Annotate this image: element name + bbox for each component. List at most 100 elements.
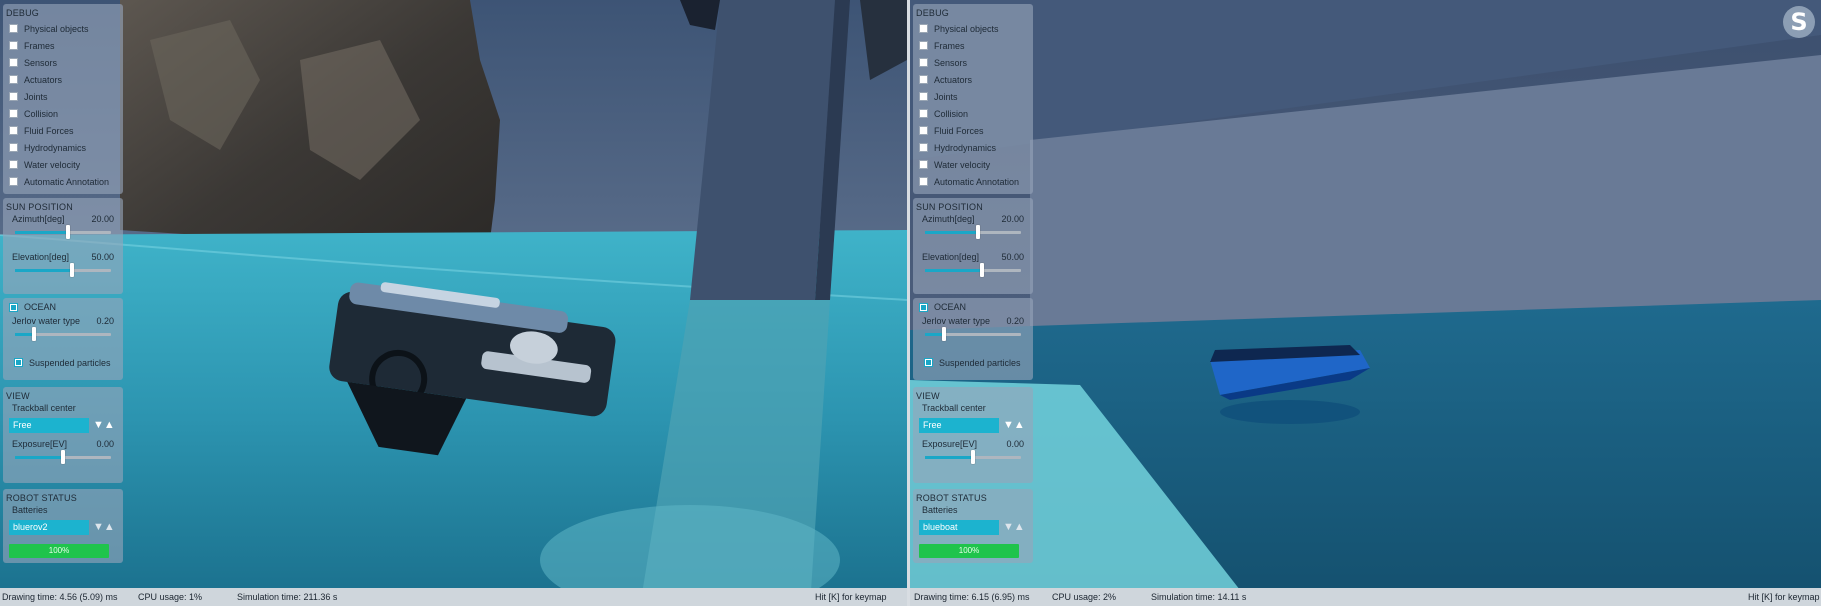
debug-option-row[interactable]: Automatic Annotation xyxy=(3,173,123,190)
debug-checkbox[interactable] xyxy=(9,177,18,186)
debug-option-row[interactable]: Water velocity xyxy=(3,156,123,173)
debug-option-label: Joints xyxy=(24,91,48,102)
debug-option-row[interactable]: Collision xyxy=(3,105,123,122)
debug-option-row[interactable]: Actuators xyxy=(3,71,123,88)
trackball-dropdown[interactable]: Free xyxy=(9,418,89,433)
arrow-up-icon[interactable]: ▲ xyxy=(104,521,115,533)
exposure-slider[interactable] xyxy=(925,450,1021,464)
particles-row[interactable]: Suspended particles xyxy=(3,354,123,371)
debug-checkbox[interactable] xyxy=(919,143,928,152)
elevation-slider[interactable] xyxy=(15,263,111,277)
debug-checkbox[interactable] xyxy=(9,24,18,33)
azimuth-slider[interactable] xyxy=(15,225,111,239)
robot-dropdown[interactable]: blueboat xyxy=(919,520,999,535)
right-viewport[interactable]: S DEBUG Physical objects Frames Sensors Act… xyxy=(910,0,1821,606)
debug-option-row[interactable]: Water velocity xyxy=(913,156,1033,173)
exposure-value: 0.00 xyxy=(1006,439,1024,449)
exposure-slider[interactable] xyxy=(15,450,111,464)
slider-knob[interactable] xyxy=(979,263,984,277)
slider-knob[interactable] xyxy=(975,225,980,239)
robot-dropdown[interactable]: bluerov2 xyxy=(9,520,89,535)
ocean-panel: OCEAN Jerlov water type 0.20 Suspended p… xyxy=(3,298,123,380)
debug-option-row[interactable]: Physical objects xyxy=(913,20,1033,37)
debug-checkbox[interactable] xyxy=(919,24,928,33)
particles-row[interactable]: Suspended particles xyxy=(913,354,1033,371)
debug-checkbox[interactable] xyxy=(9,160,18,169)
debug-checkbox[interactable] xyxy=(919,41,928,50)
ocean-checkbox[interactable] xyxy=(919,302,928,312)
arrow-up-icon[interactable]: ▲ xyxy=(1014,419,1025,431)
debug-option-row[interactable]: Joints xyxy=(913,88,1033,105)
jerlov-slider[interactable] xyxy=(925,327,1021,341)
left-viewport[interactable]: DEBUG Physical objects Frames Sensors Actua… xyxy=(0,0,907,606)
debug-checkbox[interactable] xyxy=(9,75,18,84)
debug-option-row[interactable]: Collision xyxy=(913,105,1033,122)
debug-option-row[interactable]: Fluid Forces xyxy=(3,122,123,139)
arrow-up-icon[interactable]: ▲ xyxy=(104,419,115,431)
arrow-down-icon[interactable]: ▼ xyxy=(1003,521,1014,533)
debug-option-label: Collision xyxy=(934,108,969,119)
debug-option-label: Hydrodynamics xyxy=(934,142,997,153)
particles-checkbox[interactable] xyxy=(14,358,23,367)
debug-checkbox[interactable] xyxy=(919,160,928,169)
debug-option-row[interactable]: Fluid Forces xyxy=(913,122,1033,139)
jerlov-slider[interactable] xyxy=(15,327,111,341)
debug-option-label: Frames xyxy=(934,40,965,51)
debug-option-row[interactable]: Physical objects xyxy=(3,20,123,37)
slider-knob[interactable] xyxy=(942,327,947,341)
debug-checkbox[interactable] xyxy=(919,58,928,67)
dropdown-arrows[interactable]: ▼▲ xyxy=(93,419,117,432)
azimuth-label: Azimuth[deg] xyxy=(12,214,65,224)
arrow-up-icon[interactable]: ▲ xyxy=(1014,521,1025,533)
exposure-slider-row: Exposure[EV] 0.00 xyxy=(913,439,1033,477)
trackball-dropdown[interactable]: Free xyxy=(919,418,999,433)
debug-checkbox[interactable] xyxy=(919,126,928,135)
slider-knob[interactable] xyxy=(32,327,37,341)
debug-option-row[interactable]: Sensors xyxy=(913,54,1033,71)
jerlov-label: Jerlov water type xyxy=(12,316,81,326)
slider-knob[interactable] xyxy=(971,450,975,464)
debug-option-row[interactable]: Joints xyxy=(3,88,123,105)
debug-checkbox[interactable] xyxy=(919,109,928,118)
debug-option-row[interactable]: Hydrodynamics xyxy=(3,139,123,156)
particles-label: Suspended particles xyxy=(939,357,1021,368)
arrow-down-icon[interactable]: ▼ xyxy=(93,521,104,533)
debug-option-row[interactable]: Automatic Annotation xyxy=(913,173,1033,190)
debug-checkbox[interactable] xyxy=(9,143,18,152)
slider-knob[interactable] xyxy=(69,263,74,277)
ocean-toggle-row[interactable]: OCEAN xyxy=(3,298,123,316)
app-logo-icon: S xyxy=(1783,6,1815,38)
debug-option-row[interactable]: Actuators xyxy=(913,71,1033,88)
battery-bar: 100% xyxy=(919,544,1019,558)
debug-checkbox[interactable] xyxy=(9,126,18,135)
arrow-down-icon[interactable]: ▼ xyxy=(93,419,104,431)
debug-checkbox[interactable] xyxy=(919,177,928,186)
debug-options: Physical objects Frames Sensors Actuators Jo… xyxy=(913,20,1033,190)
debug-option-row[interactable]: Frames xyxy=(913,37,1033,54)
debug-option-row[interactable]: Hydrodynamics xyxy=(913,139,1033,156)
azimuth-slider[interactable] xyxy=(925,225,1021,239)
slider-knob[interactable] xyxy=(61,450,65,464)
ocean-checkbox[interactable] xyxy=(9,302,18,312)
debug-checkbox[interactable] xyxy=(9,58,18,67)
debug-option-row[interactable]: Sensors xyxy=(3,54,123,71)
ocean-toggle-row[interactable]: OCEAN xyxy=(913,298,1033,316)
dropdown-arrows[interactable]: ▼▲ xyxy=(1003,521,1027,534)
sun-position-panel: SUN POSITION Azimuth[deg] 20.00 Elevatio… xyxy=(3,198,123,294)
debug-option-row[interactable]: Frames xyxy=(3,37,123,54)
ocean-panel: OCEAN Jerlov water type 0.20 Suspended p… xyxy=(913,298,1033,380)
dropdown-arrows[interactable]: ▼▲ xyxy=(1003,419,1027,432)
debug-checkbox[interactable] xyxy=(919,75,928,84)
debug-checkbox[interactable] xyxy=(9,92,18,101)
dropdown-arrows[interactable]: ▼▲ xyxy=(93,521,117,534)
robot-status-header: ROBOT STATUS xyxy=(916,493,987,503)
slider-knob[interactable] xyxy=(65,225,70,239)
arrow-down-icon[interactable]: ▼ xyxy=(1003,419,1014,431)
debug-option-label: Fluid Forces xyxy=(934,125,984,136)
debug-checkbox[interactable] xyxy=(9,41,18,50)
particles-checkbox[interactable] xyxy=(924,358,933,367)
debug-header: DEBUG xyxy=(916,8,950,18)
debug-checkbox[interactable] xyxy=(919,92,928,101)
elevation-slider[interactable] xyxy=(925,263,1021,277)
debug-checkbox[interactable] xyxy=(9,109,18,118)
